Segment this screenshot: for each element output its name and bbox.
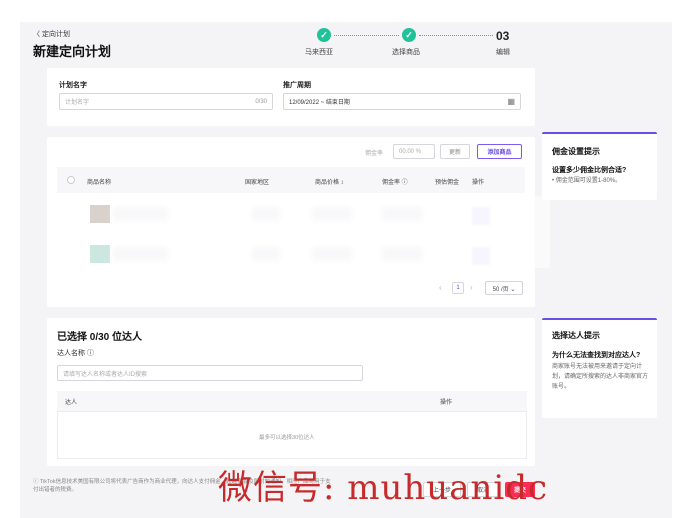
- period-label: 推广周期: [283, 82, 311, 89]
- creator-tip-card: 选择达人提示 为什么无法查找到对应达人? 商家账号无法被用来邀请于定向计划，请确…: [542, 318, 657, 418]
- period-value: 12/09/2022 ~ 结束日期: [289, 100, 350, 106]
- creator-tip-answer: 商家账号无法被用来邀请于定向计划，请确定所搜索的达人非商家官方账号。: [552, 364, 649, 390]
- page-title: 新建定向计划: [33, 44, 112, 59]
- creator-table-header: [57, 391, 527, 411]
- creators-card: 已选择 0/30 位达人 达人名称 ⓘ 请填写达人名称或者达人ID搜索 达人 操…: [47, 318, 535, 466]
- commission-tip-question: 设置多少佣金比例合适?: [552, 167, 627, 174]
- prev-page-button[interactable]: ‹: [439, 283, 442, 292]
- col-estimated: 预估佣金: [435, 180, 460, 186]
- commission-tip-answer: • 佣金范围可设置1-80%。: [552, 178, 622, 184]
- step-connector-1: [334, 35, 399, 36]
- col-creator-action: 操作: [440, 400, 453, 406]
- commission-placeholder: 00.00 %: [399, 148, 422, 155]
- update-button[interactable]: 更新: [440, 144, 470, 159]
- commission-input[interactable]: 00.00 %: [393, 144, 435, 159]
- step-1-label: 马来西亚: [305, 49, 333, 56]
- creator-tip-title: 选择达人提示: [552, 331, 600, 340]
- watermark: 微信号: muhuanidc: [218, 468, 549, 508]
- plan-form-card: 计划名字 计划名字 0/30 推广周期 12/09/2022 ~ 结束日期 ▦: [47, 68, 535, 126]
- step-3-number: 03: [496, 29, 510, 43]
- col-commission: 佣金率 ⓘ: [382, 180, 408, 186]
- back-link[interactable]: 〈 定向计划: [33, 29, 70, 39]
- plan-name-counter: 0/30: [255, 98, 267, 105]
- next-page-button[interactable]: ›: [470, 283, 473, 292]
- blur-overlay: [60, 196, 550, 268]
- plan-name-input[interactable]: 计划名字 0/30: [59, 93, 273, 110]
- page-size-select[interactable]: 50 /页 ⌄: [485, 281, 523, 295]
- step-1-check-icon: ✓: [317, 28, 331, 42]
- commission-tip-title: 佣金设置提示: [552, 147, 600, 156]
- commission-tip-card: 佣金设置提示 设置多少佣金比例合适? • 佣金范围可设置1-80%。: [542, 132, 657, 200]
- creator-tip-question: 为什么无法查找到对应达人?: [552, 352, 641, 359]
- page-1-button[interactable]: 1: [452, 282, 464, 294]
- commission-label: 佣金率: [365, 151, 384, 157]
- creator-name-label: 达人名称 ⓘ: [57, 350, 94, 357]
- add-product-button[interactable]: 添加商品: [477, 144, 522, 159]
- select-all-checkbox[interactable]: [67, 176, 75, 184]
- period-picker[interactable]: 12/09/2022 ~ 结束日期 ▦: [283, 93, 521, 110]
- creator-search-input[interactable]: 请填写达人名称或者达人ID搜索: [57, 365, 363, 381]
- creator-empty-text: 最多可以选择30位达人: [259, 435, 315, 441]
- plan-name-label: 计划名字: [59, 82, 87, 89]
- col-product-name: 商品名称: [87, 180, 112, 186]
- calendar-icon: ▦: [507, 97, 515, 106]
- step-3-label: 编辑: [496, 49, 510, 56]
- step-2-check-icon: ✓: [402, 28, 416, 42]
- plan-name-placeholder: 计划名字: [65, 100, 90, 106]
- col-action: 操作: [472, 180, 485, 186]
- creators-selected-title: 已选择 0/30 位达人: [57, 332, 143, 343]
- col-creator: 达人: [65, 400, 78, 406]
- col-price[interactable]: 商品价格 ↕: [315, 177, 344, 186]
- col-region: 国家地区: [245, 180, 270, 186]
- step-connector-2: [419, 35, 493, 36]
- step-2-label: 选择商品: [392, 49, 420, 56]
- creator-search-placeholder: 请填写达人名称或者达人ID搜索: [63, 371, 148, 378]
